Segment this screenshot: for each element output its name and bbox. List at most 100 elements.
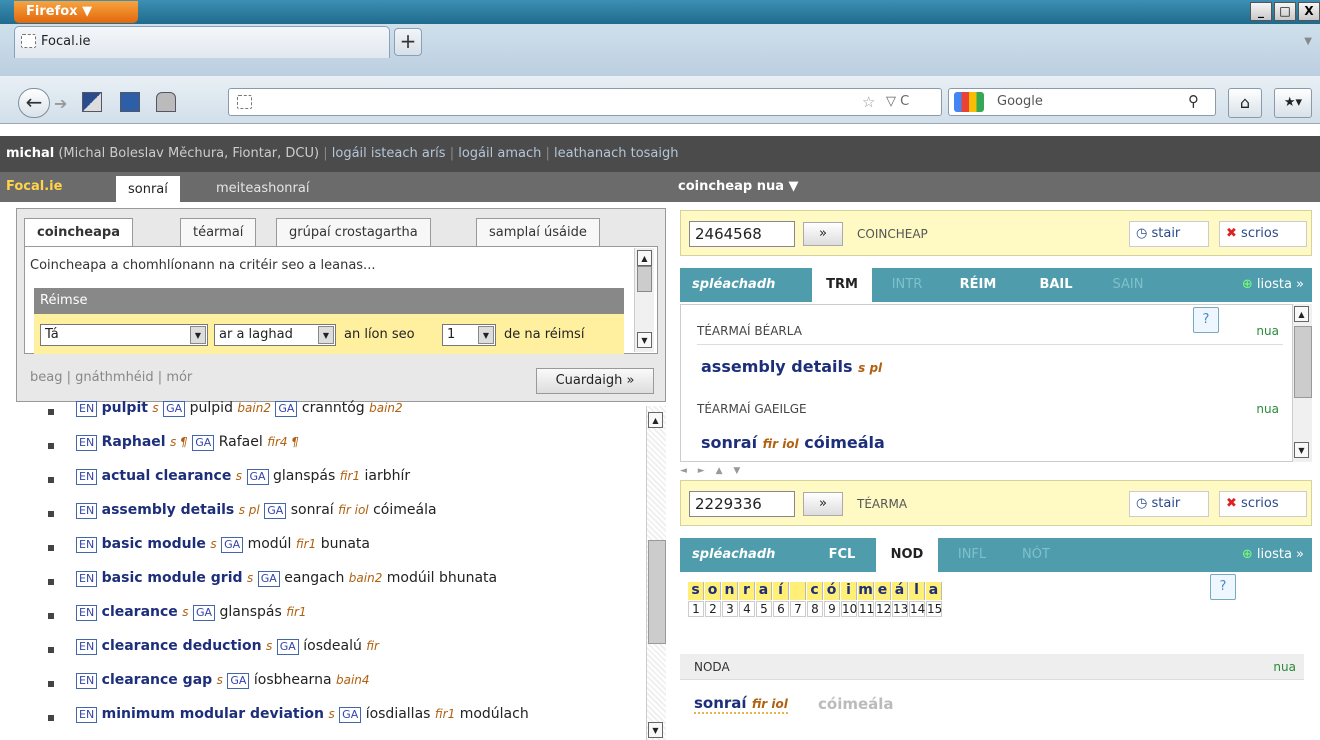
chevron-down-icon[interactable]: ▼ — [318, 326, 334, 344]
tab-usage-examples[interactable]: samplaí úsáide — [476, 218, 600, 246]
scroll-down-icon[interactable]: ▼ — [637, 332, 652, 348]
criteria-scrollbar[interactable]: ▲ ▼ — [634, 248, 654, 352]
concept-panel-scrollbar[interactable]: ▲ ▼ — [1292, 304, 1312, 462]
result-en-term[interactable]: clearance — [102, 604, 178, 620]
result-item[interactable]: EN clearance gap s GA íosbhearna bain4 — [40, 672, 640, 702]
letter-cell[interactable]: á — [892, 582, 908, 600]
delete-button[interactable]: ✖ scrios — [1219, 491, 1307, 517]
result-item[interactable]: EN clearance deduction s GA íosdealú fir — [40, 638, 640, 668]
letter-cell[interactable]: n — [722, 582, 738, 600]
bookmarks-menu-icon[interactable]: ★▾ — [1274, 88, 1312, 118]
tab-meiteashonrai[interactable]: meiteashonraí — [216, 181, 309, 196]
history-button[interactable]: ◷ stair — [1129, 221, 1209, 247]
term-go-button[interactable]: » — [803, 492, 843, 516]
home-icon[interactable]: ⌂ — [1228, 88, 1262, 118]
firefox-menu-button[interactable]: Firefox ▼ — [14, 1, 138, 23]
tab-nod[interactable]: NOD — [876, 538, 938, 572]
letter-cell[interactable]: í — [773, 582, 789, 600]
new-concept-menu[interactable]: coincheap nua ▼ — [678, 179, 799, 194]
scroll-thumb[interactable] — [637, 266, 652, 292]
site-identity-icon[interactable] — [237, 95, 252, 109]
result-en-term[interactable]: basic module — [102, 536, 206, 552]
letter-cell[interactable]: i — [841, 582, 857, 600]
scroll-up-icon[interactable]: ▲ — [1294, 306, 1309, 322]
irish-term[interactable]: sonraí fir iol cóimeála — [701, 433, 885, 452]
delete-button[interactable]: ✖ scrios — [1219, 221, 1307, 247]
count-select[interactable]: 1 ▼ — [442, 324, 496, 346]
chevron-down-icon[interactable]: ▼ — [190, 326, 206, 344]
tab-crossref-groups[interactable]: grúpaí crostagartha — [276, 218, 431, 246]
url-bar[interactable] — [228, 88, 942, 116]
tab-concepts[interactable]: coincheapa — [24, 218, 133, 248]
tab-terms[interactable]: téarmaí — [180, 218, 257, 246]
letter-cell[interactable]: s — [688, 582, 704, 600]
condition-select[interactable]: Tá ▼ — [40, 324, 208, 346]
search-button[interactable]: Cuardaigh » — [536, 368, 654, 394]
chevron-down-icon[interactable]: ▼ — [478, 326, 494, 344]
tab-sonrai[interactable]: sonraí — [116, 176, 180, 202]
letter-cell[interactable]: e — [875, 582, 891, 600]
close-window-button[interactable]: X — [1298, 2, 1320, 21]
letter-cell[interactable]: ó — [824, 582, 840, 600]
help-icon[interactable]: ? — [1210, 574, 1236, 600]
scroll-up-icon[interactable]: ▲ — [637, 250, 652, 266]
quantifier-select[interactable]: ar a laghad ▼ — [214, 324, 336, 346]
add-abbreviation-link[interactable]: nua — [1273, 660, 1296, 674]
result-item[interactable]: EN pulpit s GA pulpid bain2 GA cranntóg … — [40, 400, 640, 430]
scroll-down-icon[interactable]: ▼ — [1294, 442, 1309, 458]
pane-resize-arrows[interactable]: ◄ ► ▲ ▼ — [680, 466, 744, 476]
result-en-term[interactable]: Raphael — [102, 434, 166, 450]
result-item[interactable]: EN actual clearance s GA glanspás fir1 i… — [40, 468, 640, 498]
result-en-term[interactable]: basic module grid — [102, 570, 243, 586]
result-item[interactable]: EN assembly details s pl GA sonraí fir i… — [40, 502, 640, 532]
letter-cell[interactable]: o — [705, 582, 721, 600]
letter-cell[interactable] — [790, 582, 806, 600]
reload-icon[interactable]: ▽ C — [886, 94, 909, 109]
result-item[interactable]: EN basic module grid s GA eangach bain2 … — [40, 570, 640, 600]
back-arrow-icon[interactable]: ← — [18, 88, 50, 118]
bookmark-star-icon[interactable]: ☆ — [862, 93, 875, 111]
history-button[interactable]: ◷ stair — [1129, 491, 1209, 517]
result-item[interactable]: EN Raphael s ¶ GA Rafael fir4 ¶ — [40, 434, 640, 464]
tab-list-arrow-icon[interactable]: ▼ — [1304, 36, 1312, 47]
bookmark-toolbar-icon-2[interactable] — [120, 92, 140, 112]
tab-sain[interactable]: SAIN — [1098, 268, 1158, 302]
results-scrollbar[interactable]: ▲ ▼ — [646, 406, 666, 740]
browser-tab[interactable]: Focal.ie — [14, 26, 390, 58]
tab-preview[interactable]: spléachadh — [680, 268, 800, 302]
scroll-thumb[interactable] — [648, 540, 666, 644]
letter-cell[interactable]: m — [858, 582, 874, 600]
result-en-term[interactable]: clearance gap — [102, 672, 213, 688]
letter-cell[interactable]: l — [909, 582, 925, 600]
concept-go-button[interactable]: » — [803, 222, 843, 246]
abbreviation-term[interactable]: sonraí fir iol — [694, 694, 788, 714]
result-en-term[interactable]: minimum modular deviation — [102, 706, 324, 722]
tab-not[interactable]: NÓT — [1006, 538, 1066, 572]
home-page-link[interactable]: leathanach tosaigh — [554, 146, 679, 161]
logout-link[interactable]: logáil amach — [458, 146, 541, 161]
list-link[interactable]: ⊕ liosta » — [1242, 277, 1304, 292]
result-item[interactable]: EN basic module s GA modúl fir1 bunata — [40, 536, 640, 566]
brand-logo[interactable]: Focal.ie — [6, 179, 62, 194]
tab-fcl[interactable]: FCL — [812, 538, 872, 572]
size-switcher[interactable]: beag | gnáthmhéid | mór — [30, 370, 192, 385]
magnifier-icon[interactable]: ⚲ — [1188, 92, 1199, 110]
term-id-input[interactable]: 2229336 — [689, 491, 795, 517]
result-item[interactable]: EN minimum modular deviation s GA íosdia… — [40, 706, 640, 736]
bookmark-toolbar-icon[interactable] — [82, 92, 102, 112]
result-item[interactable]: EN clearance s GA glanspás fir1 — [40, 604, 640, 634]
tab-preview[interactable]: spléachadh — [680, 538, 800, 572]
letter-cell[interactable]: a — [926, 582, 942, 600]
tab-trm[interactable]: TRM — [812, 268, 872, 302]
result-en-term[interactable]: actual clearance — [102, 468, 232, 484]
browser-search-input[interactable]: Google — [948, 88, 1216, 116]
scroll-up-icon[interactable]: ▲ — [648, 412, 663, 428]
letter-cell[interactable]: r — [739, 582, 755, 600]
result-en-term[interactable]: clearance deduction — [102, 638, 262, 654]
tab-bail[interactable]: BAIL — [1020, 268, 1092, 302]
letter-cell[interactable]: a — [756, 582, 772, 600]
result-en-term[interactable]: pulpit — [102, 400, 148, 416]
forward-arrow-icon[interactable]: ➔ — [54, 94, 67, 113]
scroll-thumb[interactable] — [1294, 326, 1312, 398]
google-logo-icon[interactable] — [954, 92, 984, 112]
